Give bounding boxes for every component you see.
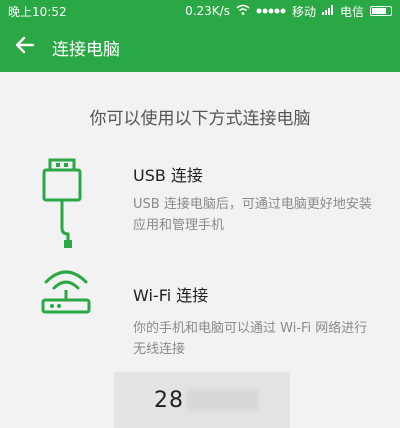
status-bar: 晚上10:52 0.23K/s 移动 电信 (0, 0, 400, 22)
carrier-label: 移动 (291, 4, 316, 19)
arrow-left-icon (15, 36, 35, 58)
usb-connection-option[interactable]: USB 连接 USB 连接电脑后，可通过电脑更好地安装应用和管理手机 (0, 150, 400, 260)
status-right: 0.23K/s 移动 电信 (185, 3, 392, 20)
wifi-option-title: Wi-Fi 连接 (133, 286, 209, 305)
wifi-icon (236, 4, 250, 19)
app-bar: 连接电脑 (0, 22, 400, 72)
battery-icon (370, 6, 392, 16)
status-time: 晚上10:52 (8, 4, 67, 19)
wifi-router-icon (40, 268, 92, 320)
usb-option-description: USB 连接电脑后，可通过电脑更好地安装应用和管理手机 (133, 197, 372, 233)
connection-prompt: 你可以使用以下方式连接电脑 (89, 109, 311, 129)
page-title: 连接电脑 (52, 39, 120, 60)
carrier2-label: 电信 (339, 4, 364, 19)
signal-dots-icon (256, 4, 286, 18)
connection-code-obscured (186, 389, 258, 411)
wifi-connection-option[interactable]: Wi-Fi 连接 你的手机和电脑可以通过 Wi-Fi 网络进行无线连接 (0, 266, 400, 366)
signal-bars-icon (321, 4, 334, 18)
connection-code-prefix: 28 (154, 387, 184, 413)
usb-cable-icon (36, 158, 88, 254)
usb-option-title: USB 连接 (133, 166, 203, 185)
back-button[interactable] (0, 22, 50, 72)
connection-code: 28 (114, 372, 290, 428)
network-speed: 0.23K/s (185, 4, 230, 18)
wifi-option-description: 你的手机和电脑可以通过 Wi-Fi 网络进行无线连接 (133, 321, 368, 357)
